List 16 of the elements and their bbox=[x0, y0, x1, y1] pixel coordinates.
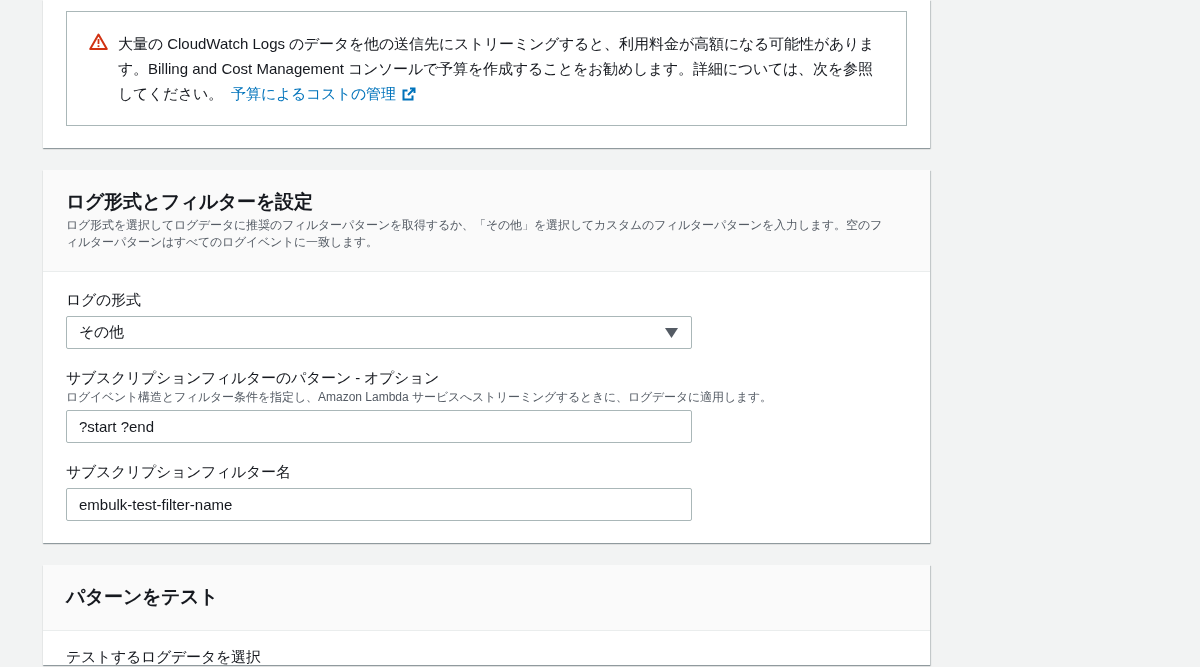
section-title: ログ形式とフィルターを設定 bbox=[66, 190, 314, 214]
input-field[interactable]: ?start ?end bbox=[66, 410, 692, 443]
field-label: ログの形式 bbox=[66, 290, 142, 310]
cost-management-link[interactable]: 予算によるコストの管理 bbox=[231, 81, 417, 106]
warning-message: 大量の CloudWatch Logs のデータを他の送信先にストリーミングすると、利用料金が高額になる可能性があります。Billing and Cost Management コンソールで予算を作成することをお勧めします。詳細については、次を参照してください。 予算によるコストの管理 bbox=[118, 31, 886, 106]
field-description: ログイベント構造とフィルター条件を指定し、Amazon Lambda サービスへストリーミングするときに、ログデータに適用します。 bbox=[66, 389, 774, 405]
field-label: サブスクリプションフィルターのパターン - オプション bbox=[66, 368, 441, 388]
external-link-icon bbox=[402, 86, 417, 101]
format-dropdown[interactable]: その他 bbox=[66, 316, 692, 349]
warning-icon bbox=[89, 33, 108, 50]
input-field[interactable]: embulk-test-filter-name bbox=[66, 488, 692, 521]
field-label: サブスクリプションフィルター名 bbox=[66, 462, 292, 482]
field-label: テストするログデータを選択 bbox=[66, 648, 261, 665]
section-description: ログ形式を選択してログデータに推奨のフィルターパターンを取得するか、「その他」を選択してカスタムのフィルターパターンを入力します。空のフィルターパターンはすべてのログイベントに一致します。 bbox=[66, 217, 883, 251]
caret-icon bbox=[665, 327, 678, 338]
section-title: パターンをテスト bbox=[66, 585, 219, 609]
